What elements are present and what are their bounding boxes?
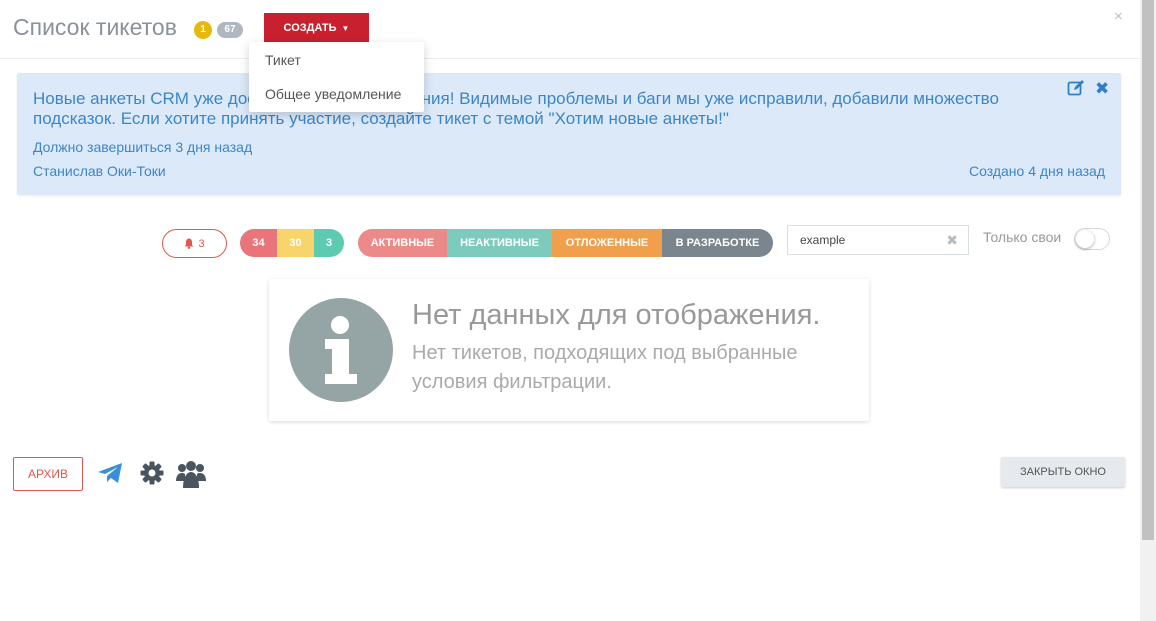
page-title: Список тикетов — [13, 14, 177, 40]
status-inactive-button[interactable]: НЕАКТИВНЫЕ — [447, 229, 552, 257]
announcement-author: Станислав Оки-Токи — [33, 163, 166, 179]
search-box: ✖ — [787, 225, 969, 255]
users-icon[interactable] — [176, 459, 206, 489]
bell-icon — [184, 238, 194, 249]
announcement-text: Новые анкеты CRM уже доступны для тестир… — [33, 89, 999, 128]
create-dropdown-menu: Тикет Общее уведомление — [249, 42, 424, 112]
count-medium[interactable]: 30 — [277, 229, 314, 257]
empty-state-title: Нет данных для отображения. — [412, 299, 821, 331]
scrollbar-thumb[interactable] — [1142, 0, 1154, 540]
empty-state-card: Нет данных для отображения. Нет тикетов,… — [269, 279, 869, 421]
count-low[interactable]: 3 — [314, 229, 344, 257]
count-high[interactable]: 34 — [240, 229, 277, 257]
clear-search-icon[interactable]: ✖ — [946, 232, 958, 249]
status-in-development-button[interactable]: В РАЗРАБОТКЕ — [662, 229, 773, 257]
gear-icon[interactable] — [140, 461, 164, 485]
announcement-deadline: Должно завершиться 3 дня назад — [33, 139, 253, 155]
telegram-icon[interactable] — [97, 461, 124, 485]
close-icon[interactable]: ✖ — [1095, 79, 1109, 99]
notifications-count: 3 — [198, 237, 205, 250]
create-button-label: СОЗДАТЬ — [283, 22, 337, 34]
close-icon[interactable]: × — [1114, 8, 1123, 25]
notifications-filter-button[interactable]: 3 — [162, 229, 227, 258]
create-button[interactable]: СОЗДАТЬ ▼ — [264, 13, 369, 43]
edit-icon[interactable] — [1067, 79, 1085, 97]
header: Список тикетов 1 67 СОЗДАТЬ ▼ × — [0, 0, 1140, 59]
own-only-label: Только свои — [983, 229, 1062, 245]
announcement-created: Создано 4 дня назад — [969, 163, 1105, 179]
toggle-knob — [1076, 230, 1094, 248]
status-filter-group: АКТИВНЫЕ НЕАКТИВНЫЕ ОТЛОЖЕННЫЕ В РАЗРАБО… — [358, 229, 773, 257]
info-icon — [289, 298, 393, 402]
status-active-button[interactable]: АКТИВНЫЕ — [358, 229, 447, 257]
menu-item-announcement[interactable]: Общее уведомление — [265, 86, 401, 102]
chevron-down-icon: ▼ — [341, 23, 350, 33]
unread-badge: 1 — [194, 21, 212, 39]
menu-item-ticket[interactable]: Тикет — [265, 52, 301, 68]
close-window-button[interactable]: ЗАКРЫТЬ ОКНО — [1001, 457, 1125, 487]
total-badge: 67 — [217, 22, 243, 38]
empty-state-subtitle: Нет тикетов, подходящих под выбранные ус… — [412, 342, 798, 393]
priority-counts: 34 30 3 — [240, 229, 344, 257]
search-input[interactable] — [800, 232, 940, 248]
archive-button[interactable]: АРХИВ — [13, 457, 83, 491]
status-postponed-button[interactable]: ОТЛОЖЕННЫЕ — [552, 229, 662, 257]
own-only-toggle[interactable] — [1074, 228, 1110, 250]
announcement-panel: Новые анкеты CRM уже доступны для тестир… — [17, 73, 1121, 195]
scrollbar[interactable] — [1140, 0, 1156, 621]
